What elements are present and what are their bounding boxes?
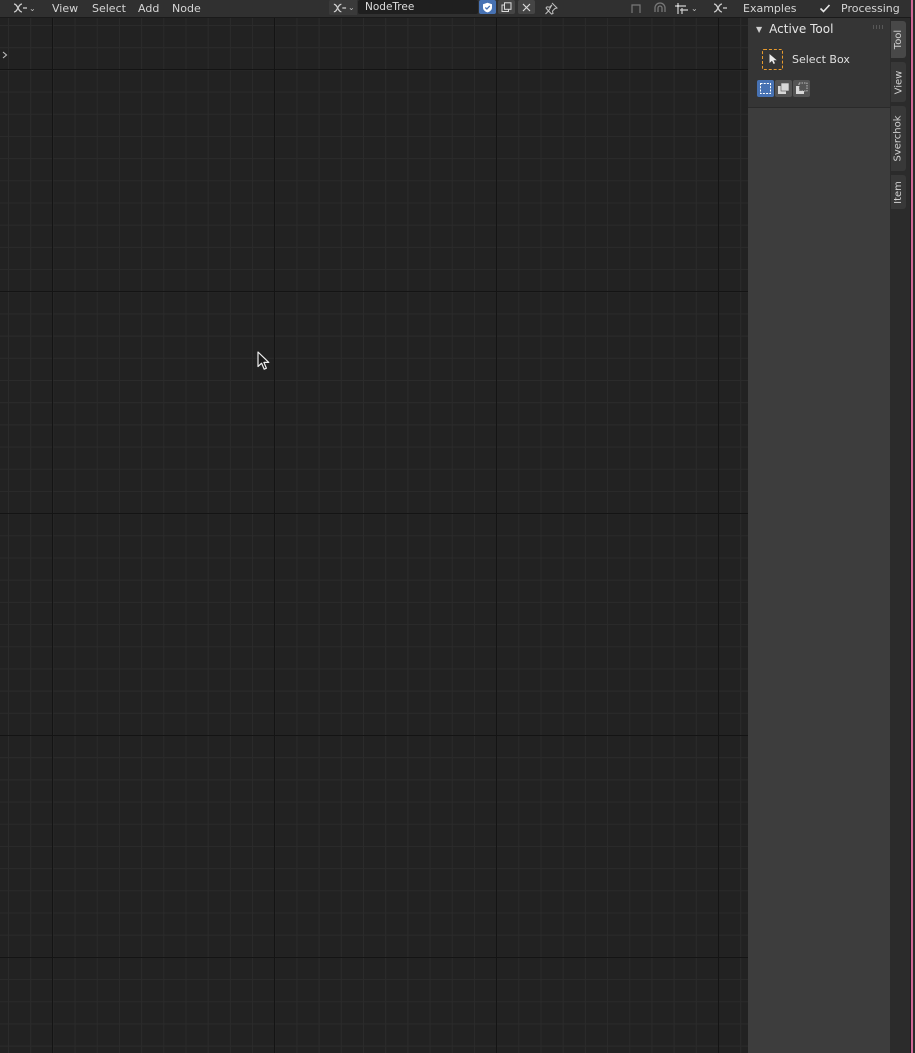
examples-menu-label[interactable]: Examples <box>743 2 796 15</box>
tab-view[interactable]: View <box>891 62 906 102</box>
mouse-pointer-icon <box>257 351 271 374</box>
chevron-down-icon: ⌄ <box>29 3 36 13</box>
toolbar-expand-button[interactable] <box>1 48 9 62</box>
menu-view[interactable]: View <box>52 2 78 15</box>
node-tree-type-button[interactable]: ⌄ <box>329 0 357 15</box>
pin-icon <box>545 2 558 15</box>
editor-type-button[interactable]: ⌄ <box>12 0 36 16</box>
sidebar-tabs: Tool View Sverchok Item <box>890 18 910 1053</box>
node-editor-header: ⌄ View Select Add Node ⌄ NodeTree ⌄ Exam… <box>0 0 915 18</box>
sverchok-icon <box>13 3 27 13</box>
duplicate-tree-button[interactable] <box>498 0 515 14</box>
snap-toggle-button[interactable] <box>652 0 668 16</box>
active-tool-select-box[interactable]: Select Box <box>762 48 850 70</box>
chevron-right-icon <box>2 51 8 59</box>
parent-node-tree-button[interactable] <box>629 0 643 16</box>
snap-element-dropdown[interactable]: ⌄ <box>674 0 698 16</box>
selection-mode-buttons <box>757 80 810 97</box>
fake-user-button[interactable] <box>479 0 496 14</box>
mode-set-button[interactable] <box>757 80 774 97</box>
tab-item[interactable]: Item <box>891 175 906 209</box>
drag-grip-icon[interactable] <box>872 25 884 29</box>
tab-view-label: View <box>893 70 905 94</box>
mode-extend-button[interactable] <box>775 80 792 97</box>
menu-node[interactable]: Node <box>172 2 201 15</box>
panel-title: Active Tool <box>769 22 834 36</box>
checkmark-icon <box>819 3 831 13</box>
shield-icon <box>483 2 492 12</box>
chevron-down-icon: ⌄ <box>348 3 355 12</box>
chevron-down-icon: ⌄ <box>691 3 698 13</box>
pin-button[interactable] <box>544 0 558 16</box>
tab-sverchok-label: Sverchok <box>893 115 904 162</box>
active-tool-panel: ▼ Active Tool Select Box <box>748 18 890 108</box>
snap-grid-icon <box>675 2 688 14</box>
select-subtract-icon <box>796 82 808 94</box>
tab-tool[interactable]: Tool <box>891 21 906 58</box>
sverchok-icon <box>713 3 727 13</box>
menu-select[interactable]: Select <box>92 2 126 15</box>
processing-toggle[interactable]: Processing <box>819 0 900 16</box>
parent-icon <box>631 4 641 13</box>
mode-subtract-button[interactable] <box>793 80 810 97</box>
sverchok-icon <box>333 3 347 12</box>
active-tool-panel-header[interactable]: ▼ Active Tool <box>756 21 833 37</box>
select-extend-icon <box>778 82 790 94</box>
node-editor-canvas[interactable] <box>0 18 748 1053</box>
sidebar-region: ▼ Active Tool Select Box <box>748 18 890 1053</box>
select-box-icon <box>762 48 783 70</box>
tab-tool-label: Tool <box>893 29 904 50</box>
tab-sverchok[interactable]: Sverchok <box>891 106 906 171</box>
tab-item-label: Item <box>893 180 905 204</box>
menu-add[interactable]: Add <box>138 2 159 15</box>
select-set-icon <box>760 83 771 94</box>
unlink-tree-button[interactable] <box>518 0 535 14</box>
duplicate-icon <box>501 1 512 12</box>
magnet-icon <box>654 1 666 12</box>
tool-label: Select Box <box>792 52 850 66</box>
processing-label: Processing <box>841 1 900 15</box>
disclosure-triangle-icon: ▼ <box>756 24 763 34</box>
node-tree-name-field[interactable]: NodeTree <box>358 0 478 14</box>
sverchok-examples-menu[interactable] <box>712 0 728 16</box>
close-icon <box>522 3 531 11</box>
